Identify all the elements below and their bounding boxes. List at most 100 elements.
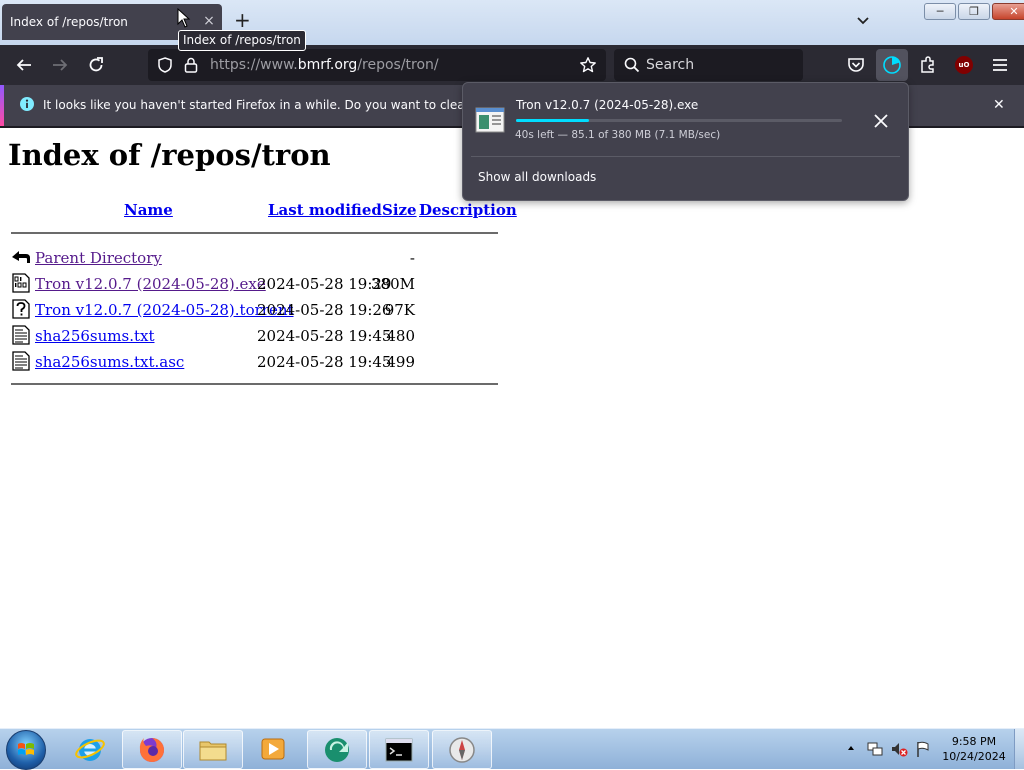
start-button[interactable]: [6, 730, 46, 770]
window-controls: ─ ❐ ✕: [924, 3, 1024, 20]
file-link[interactable]: Tron v12.0.7 (2024-05-28).exe: [35, 275, 266, 293]
taskbar: 9:58 PM 10/24/2024: [0, 728, 1024, 770]
command-prompt-icon: [385, 738, 413, 762]
download-file-name[interactable]: Tron v12.0.7 (2024-05-28).exe: [516, 98, 698, 112]
lock-icon[interactable]: [183, 56, 199, 74]
unknown-file-icon: [12, 299, 30, 319]
clock-date: 10/24/2024: [942, 750, 1006, 763]
url-host: bmrf.org: [297, 57, 358, 73]
close-window-button[interactable]: ✕: [992, 3, 1024, 20]
volume-muted-icon[interactable]: [890, 740, 908, 758]
tab-close-button[interactable]: ×: [200, 12, 218, 30]
bookmark-star-icon[interactable]: [579, 56, 597, 74]
table-row: sha256sums.txt.asc 2024-05-28 19:45 499: [11, 351, 431, 373]
binary-file-icon: [12, 273, 30, 293]
taskbar-app-2[interactable]: [432, 730, 492, 769]
notification-close-button[interactable]: ✕: [993, 97, 1005, 113]
url-text[interactable]: https://www.bmrf.org/repos/tron/: [210, 57, 439, 73]
media-player-icon: [261, 738, 285, 760]
forward-arrow-icon[interactable]: [50, 55, 70, 75]
taskbar-firefox[interactable]: [122, 730, 182, 769]
text-file-icon: [12, 325, 30, 345]
network-icon[interactable]: [866, 740, 884, 758]
show-all-downloads-button[interactable]: Show all downloads: [478, 170, 596, 184]
file-size: 480: [386, 327, 415, 345]
taskbar-file-explorer[interactable]: [183, 730, 243, 769]
restore-button[interactable]: ❐: [958, 3, 990, 20]
file-size: -: [409, 249, 415, 267]
table-row: Tron v12.0.7 (2024-05-28).torrent 2024-0…: [11, 299, 431, 321]
windows-logo-icon: [18, 743, 34, 755]
file-modified: 2024-05-28 19:26: [257, 301, 392, 319]
taskbar-internet-explorer[interactable]: [61, 730, 119, 767]
taskbar-app[interactable]: [307, 730, 367, 769]
taskbar-media-player[interactable]: [244, 730, 302, 767]
download-progress-fill: [516, 119, 590, 122]
cancel-download-icon[interactable]: [871, 111, 891, 131]
action-center-flag-icon[interactable]: [914, 740, 932, 758]
downloads-button[interactable]: [876, 49, 908, 81]
mouse-cursor-icon: [177, 8, 191, 28]
extensions-puzzle-icon[interactable]: [918, 55, 938, 75]
reload-icon[interactable]: [86, 55, 106, 75]
taskbar-command-prompt[interactable]: [369, 730, 429, 769]
folder-icon: [199, 741, 227, 761]
system-tray: [844, 737, 934, 761]
file-link[interactable]: sha256sums.txt: [35, 327, 155, 345]
list-all-tabs-icon[interactable]: [855, 12, 871, 28]
search-icon: [624, 57, 640, 73]
file-size: 380M: [371, 275, 415, 293]
tab-tooltip: Index of /repos/tron: [178, 30, 306, 51]
firefox-icon: [139, 738, 164, 762]
search-bar[interactable]: Search: [614, 49, 803, 81]
pocket-icon[interactable]: [846, 55, 866, 75]
url-scheme: https://www.: [210, 57, 298, 73]
page-content: Index of /repos/tron Name Last modified …: [0, 128, 1024, 728]
tab-bar: Index of /repos/tron × + ─ ❐ ✕: [0, 0, 1024, 45]
download-progress-icon: [883, 56, 901, 74]
file-link[interactable]: Parent Directory: [35, 249, 162, 267]
downloads-panel: Tron v12.0.7 (2024-05-28).exe 40s left —…: [462, 82, 909, 201]
file-link[interactable]: Tron v12.0.7 (2024-05-28).torrent: [35, 301, 294, 319]
column-header-name[interactable]: Name: [124, 201, 173, 219]
column-header-last-modified[interactable]: Last modified: [268, 201, 382, 219]
internet-explorer-icon: [75, 739, 105, 761]
column-header-size[interactable]: Size: [382, 201, 417, 219]
divider: [471, 156, 900, 157]
text-file-icon: [12, 351, 30, 371]
search-placeholder: Search: [646, 57, 695, 73]
table-divider: [11, 232, 498, 234]
new-tab-button[interactable]: +: [234, 10, 251, 30]
table-row: Tron v12.0.7 (2024-05-28).exe 2024-05-28…: [11, 273, 431, 295]
column-header-description[interactable]: Description: [419, 201, 517, 219]
file-size: 499: [386, 353, 415, 371]
page-title: Index of /repos/tron: [8, 138, 331, 172]
download-progress-bar: [516, 119, 842, 122]
back-arrow-icon[interactable]: [14, 55, 34, 75]
tab-title: Index of /repos/tron: [10, 15, 128, 29]
minimize-button[interactable]: ─: [924, 3, 956, 20]
tracking-protection-shield-icon[interactable]: [156, 56, 174, 74]
notification-text: It looks like you haven't started Firefo…: [43, 98, 524, 112]
file-modified: 2024-05-28 19:45: [257, 353, 392, 371]
table-row: sha256sums.txt 2024-05-28 19:45 480: [11, 325, 431, 347]
clock-time: 9:58 PM: [951, 735, 997, 748]
circular-app-icon: [325, 738, 349, 762]
clock[interactable]: 9:58 PM 10/24/2024: [936, 734, 1012, 764]
address-bar[interactable]: https://www.bmrf.org/repos/tron/: [148, 49, 606, 81]
ublock-origin-icon[interactable]: uO: [955, 56, 973, 74]
notification-accent: [0, 85, 4, 126]
file-size: 97K: [384, 301, 415, 319]
show-desktop-button[interactable]: [1014, 729, 1024, 769]
back-icon: [12, 251, 30, 263]
info-icon: [20, 97, 34, 111]
file-link[interactable]: sha256sums.txt.asc: [35, 353, 184, 371]
show-hidden-icons-icon[interactable]: [846, 743, 856, 753]
table-divider: [11, 383, 498, 385]
file-modified: 2024-05-28 19:45: [257, 327, 392, 345]
navigation-toolbar: https://www.bmrf.org/repos/tron/ Search …: [0, 45, 1024, 85]
exe-file-icon: [475, 107, 505, 133]
url-path: /repos/tron/: [357, 57, 439, 73]
hamburger-menu-icon[interactable]: [990, 55, 1010, 75]
compass-icon: [449, 737, 475, 763]
